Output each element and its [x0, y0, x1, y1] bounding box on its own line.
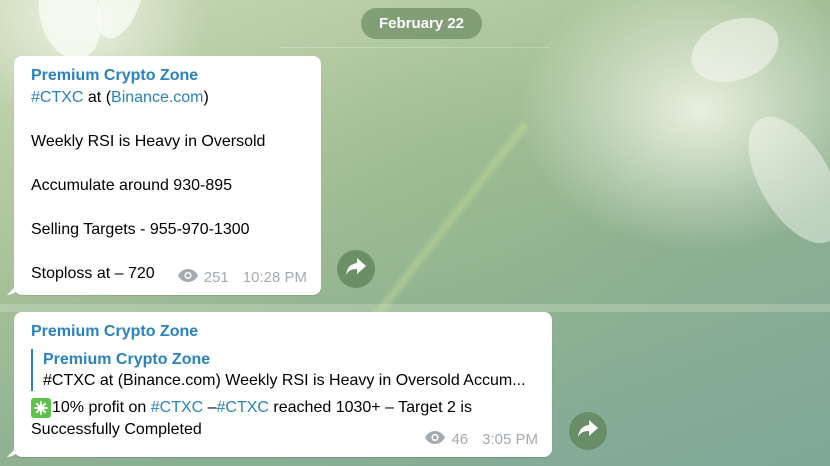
message-time: 3:05 PM: [482, 431, 538, 448]
date-separator: February 22: [361, 8, 482, 39]
message-text: –: [203, 399, 217, 416]
share-button[interactable]: [569, 412, 607, 450]
share-arrow-icon: [346, 257, 366, 281]
hashtag-link[interactable]: #CTXC: [151, 399, 203, 416]
view-count: 46: [451, 431, 469, 448]
message-line: Weekly RSI is Heavy in Oversold: [31, 133, 266, 150]
message-line: #CTXC at (Binance.com): [31, 87, 304, 109]
message-text: at (: [83, 89, 112, 106]
share-arrow-icon: [578, 419, 598, 443]
message-bubble[interactable]: Premium Crypto Zone #CTXC at (Binance.co…: [14, 56, 321, 295]
message-sender[interactable]: Premium Crypto Zone: [31, 321, 535, 343]
date-separator-line: [280, 47, 550, 48]
message-meta: 46 3:05 PM: [425, 429, 538, 451]
share-button[interactable]: [337, 250, 375, 288]
message-line: Selling Targets - 955-970-1300: [31, 221, 250, 238]
eye-icon: [177, 267, 198, 289]
hashtag-link[interactable]: #CTXC: [217, 399, 269, 416]
check-mark-emoji-icon: [31, 398, 51, 418]
url-link[interactable]: Binance.com: [111, 89, 204, 106]
message-time: 10:28 PM: [242, 269, 307, 286]
message-text: 10% profit on: [52, 399, 151, 416]
background-petal: [729, 101, 830, 259]
background-petal: [682, 6, 788, 94]
reply-sender: Premium Crypto Zone: [43, 351, 211, 368]
message-meta: 251 10:28 PM: [177, 267, 307, 289]
hashtag-link[interactable]: #CTXC: [31, 89, 83, 106]
view-count: 251: [203, 269, 229, 286]
message-text: ): [203, 89, 209, 106]
reply-quote[interactable]: Premium Crypto Zone #CTXC at (Binance.co…: [31, 349, 528, 391]
background-divider: [0, 304, 830, 312]
reply-text: #CTXC at (Binance.com) Weekly RSI is Hea…: [43, 372, 526, 389]
message-sender[interactable]: Premium Crypto Zone: [31, 65, 304, 87]
message-text: reached 1030+ – Target 2 is: [268, 399, 472, 416]
message-bubble[interactable]: Premium Crypto Zone Premium Crypto Zone …: [14, 312, 552, 457]
eye-icon: [425, 429, 446, 451]
message-line: Accumulate around 930-895: [31, 177, 233, 194]
